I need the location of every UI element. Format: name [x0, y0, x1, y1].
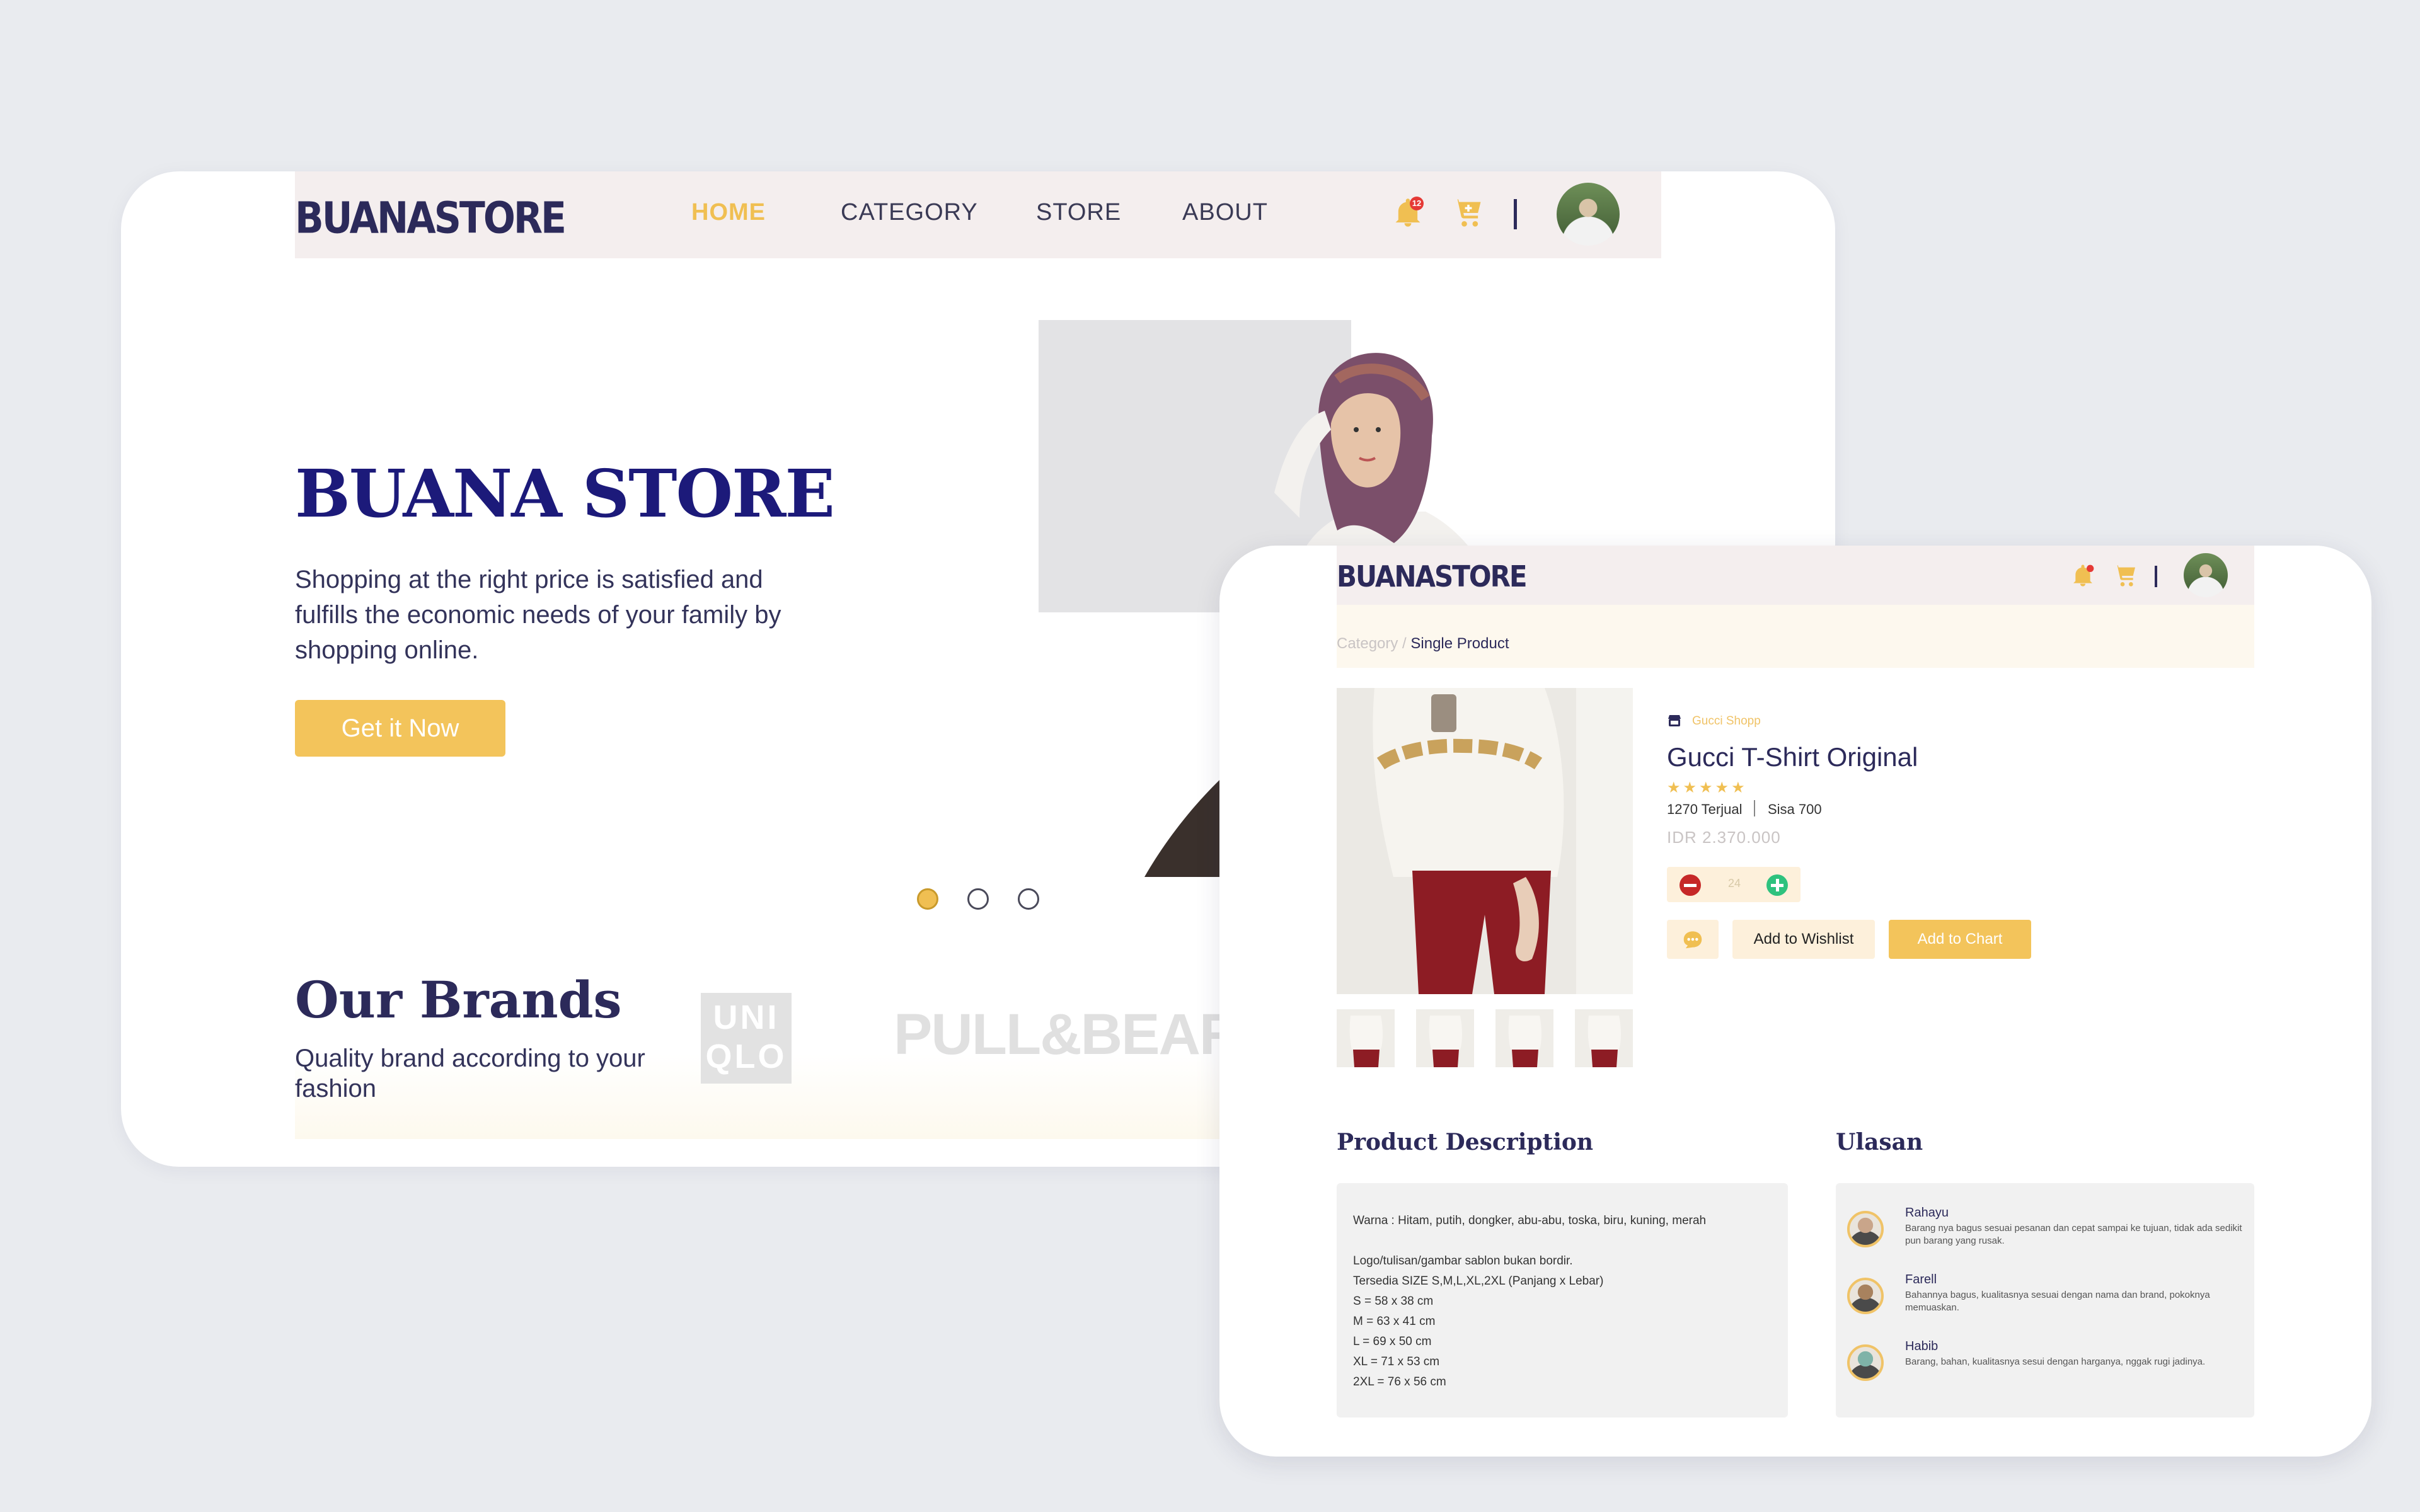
home-logo[interactable]: BUANASTORE [295, 193, 567, 244]
hero-title: BUANA STORE [295, 455, 835, 532]
cart-icon[interactable] [2113, 563, 2138, 588]
nav-about[interactable]: ABOUT [1182, 199, 1268, 226]
chat-icon [1683, 931, 1702, 949]
breadcrumb: Category / Single Product [1337, 635, 1509, 653]
carousel-dot[interactable] [967, 888, 989, 910]
review-text: Barang nya bagus sesuai pesanan dan cepa… [1905, 1223, 2242, 1246]
quantity-stepper: 24 [1667, 867, 1801, 902]
product-thumbnail[interactable] [1495, 1009, 1553, 1067]
reviews-title: Ulasan [1836, 1129, 1923, 1155]
carousel-dot[interactable] [1018, 888, 1039, 910]
reviewer-avatar [1847, 1211, 1884, 1247]
quantity-value[interactable]: 24 [1717, 877, 1751, 890]
stock-count: Sisa 700 [1768, 801, 1822, 817]
review-text: Barang, bahan, kualitasnya sesui dengan … [1905, 1356, 2206, 1367]
description-line: M = 63 x 41 cm [1353, 1315, 1436, 1328]
shop-name[interactable]: Gucci Shopp [1692, 714, 1761, 728]
reviewer-name: Rahayu [1905, 1206, 1949, 1220]
product-title: Gucci T-Shirt Original [1667, 742, 1918, 772]
user-avatar[interactable] [1557, 183, 1620, 246]
hero-subtitle: Shopping at the right price is satisfied… [295, 566, 781, 664]
sold-count: 1270 Terjual [1667, 801, 1743, 817]
description-line: S = 58 x 38 cm [1353, 1295, 1434, 1308]
description-title: Product Description [1337, 1129, 1594, 1155]
brands-title: Our Brands [295, 970, 622, 1029]
store-icon [1668, 715, 1681, 726]
get-it-now-button[interactable]: Get it Now [295, 700, 505, 757]
product-thumbnail[interactable] [1416, 1009, 1474, 1067]
description-line [1353, 1231, 1772, 1251]
description-line: Warna : Hitam, putih, dongker, abu-abu, … [1353, 1214, 1707, 1227]
review-text: Bahannya bagus, kualitasnya sesuai denga… [1905, 1290, 2210, 1313]
description-line: Tersedia SIZE S,M,L,XL,2XL (Panjang x Le… [1353, 1274, 1604, 1288]
reviews-box: Rahayu Barang nya bagus sesuai pesanan da… [1836, 1183, 2254, 1418]
chat-button[interactable] [1667, 920, 1719, 959]
product-thumbnail[interactable] [1337, 1009, 1395, 1067]
nav-divider [1514, 199, 1517, 229]
description-box: Warna : Hitam, putih, dongker, abu-abu, … [1337, 1183, 1788, 1418]
plus-icon[interactable] [1766, 874, 1788, 896]
nav-home[interactable]: HOME [691, 199, 766, 226]
reviewer-name: Farell [1905, 1273, 1937, 1286]
reviewer-name: Habib [1905, 1339, 1939, 1353]
brands-subtitle: Quality brand according to your fashion [295, 1045, 645, 1102]
product-logo[interactable]: BUANASTORE [1337, 559, 1528, 593]
nav-category[interactable]: CATEGORY [841, 199, 978, 226]
product-thumbnail[interactable] [1575, 1009, 1633, 1067]
description-line: Logo/tulisan/gambar sablon bukan bordir. [1353, 1254, 1573, 1268]
cart-icon[interactable] [1452, 197, 1485, 229]
product-main-image [1337, 688, 1633, 994]
notification-badge: 12 [1410, 197, 1424, 210]
bell-icon[interactable] [2070, 563, 2095, 588]
stats-divider [1754, 800, 1755, 816]
rating-stars: ★★★★★ [1667, 779, 1748, 796]
description-line: XL = 71 x 53 cm [1353, 1355, 1440, 1368]
user-avatar[interactable] [2184, 553, 2228, 597]
breadcrumb-current: Single Product [1410, 635, 1509, 652]
nav-store[interactable]: STORE [1036, 199, 1121, 226]
breadcrumb-parent[interactable]: Category / [1337, 635, 1407, 652]
reviewer-avatar [1847, 1278, 1884, 1314]
pullbear-logo[interactable]: PULL&BEAR [894, 1002, 1241, 1068]
add-to-cart-button[interactable]: Add to Chart [1889, 920, 2031, 959]
reviewer-avatar [1847, 1344, 1884, 1381]
product-price: IDR 2.370.000 [1667, 828, 1781, 847]
minus-icon[interactable] [1680, 874, 1701, 896]
product-page-card: BUANASTORE Category / Single Product Guc… [1219, 546, 2371, 1457]
carousel-dot[interactable] [917, 888, 938, 910]
uniqlo-logo[interactable]: UNI QLO [701, 993, 792, 1084]
description-line: 2XL = 76 x 56 cm [1353, 1375, 1446, 1389]
description-line: L = 69 x 50 cm [1353, 1335, 1432, 1348]
add-to-wishlist-button[interactable]: Add to Wishlist [1732, 920, 1875, 959]
nav-divider [2155, 566, 2157, 587]
